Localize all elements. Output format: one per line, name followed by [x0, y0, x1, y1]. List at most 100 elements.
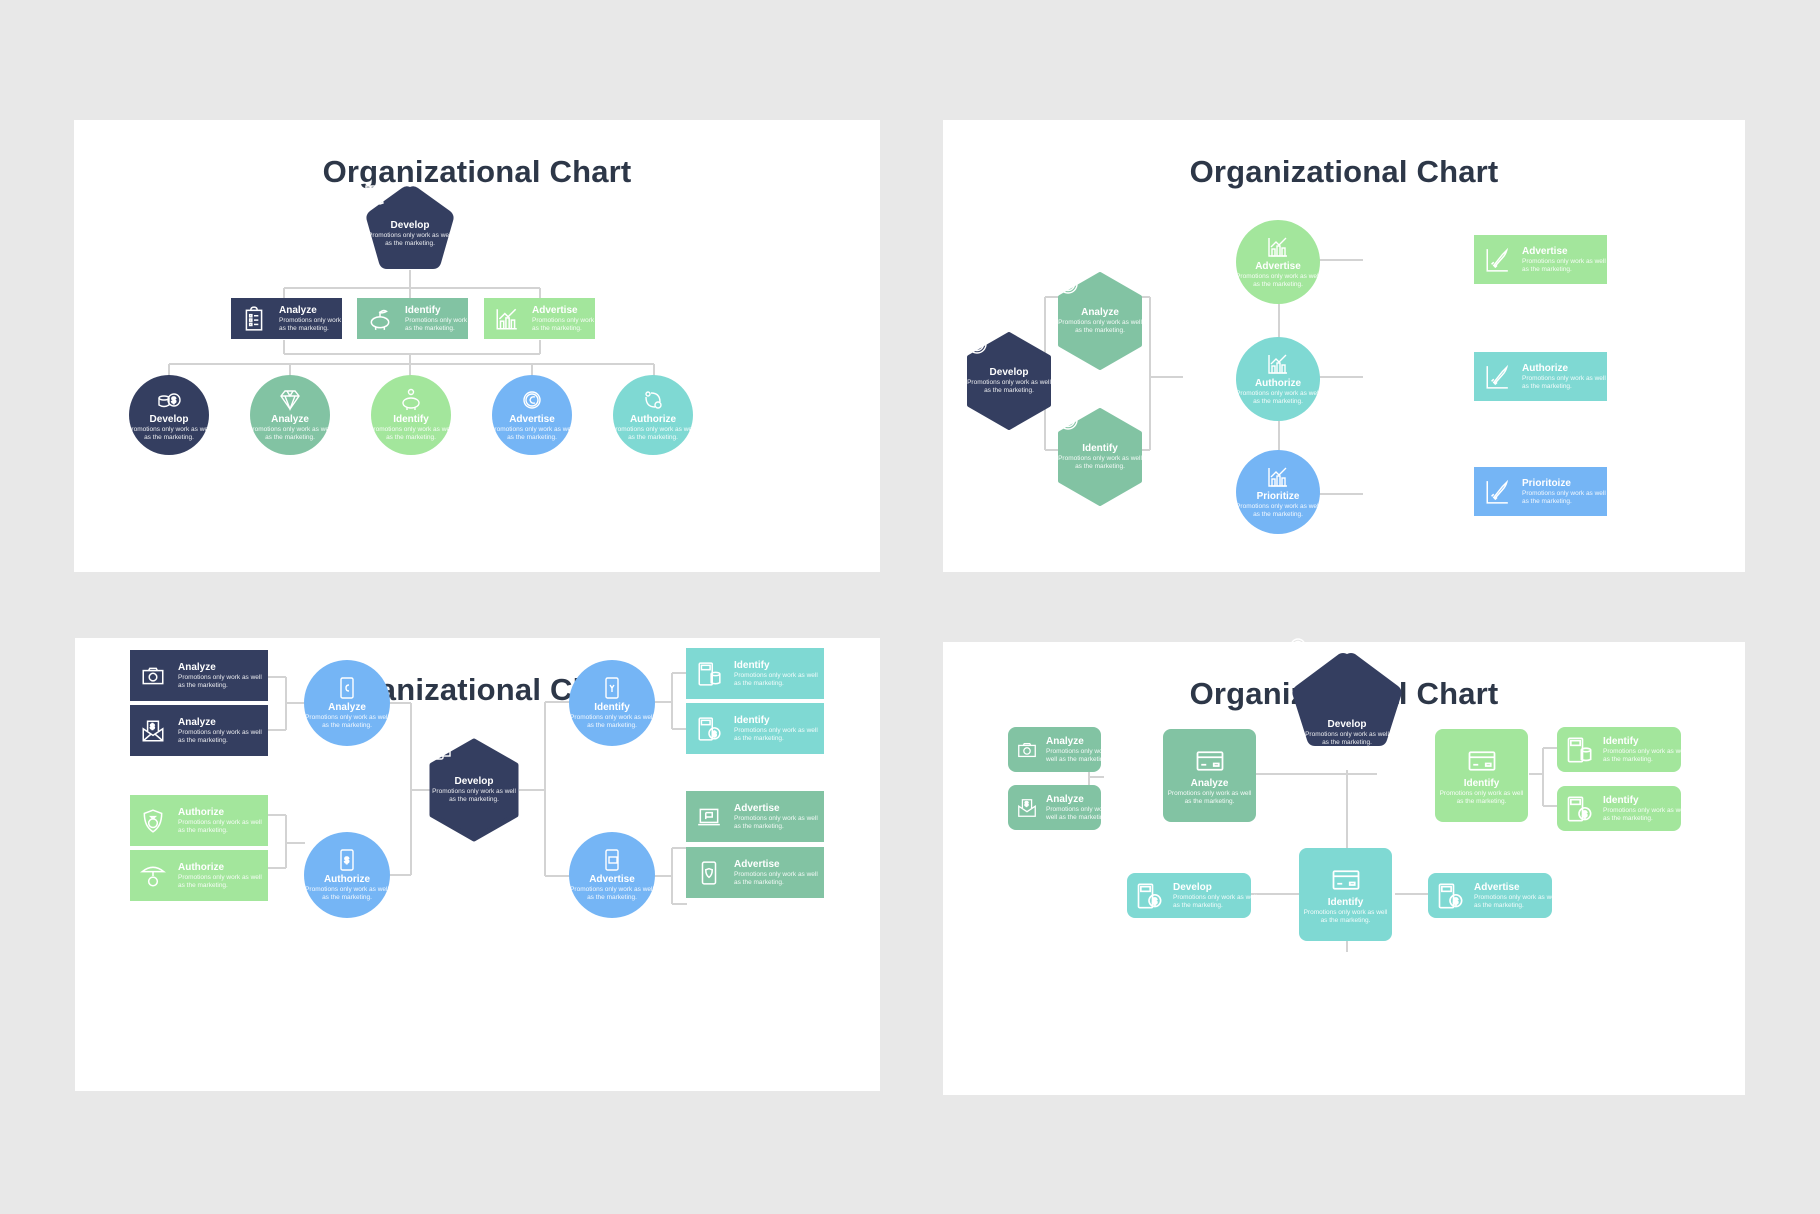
svg-text:$: $	[974, 340, 980, 351]
slide-4-left-box[interactable]: Analyze Promotions only work as well as t…	[1008, 727, 1117, 772]
slide-3-left-box[interactable]: $ Analyze Promotions only work as well as…	[130, 705, 268, 756]
slide-3-right-box[interactable]: Advertise Promotions only work as well as…	[686, 791, 824, 842]
node-description: Promotions only work as well as the mark…	[1305, 731, 1389, 746]
euro-coin-icon	[523, 391, 541, 409]
slide-3-left-circle[interactable]: Analyze Promotions only work as well as …	[304, 660, 390, 746]
node-description: Promotions only work as well as the mark…	[178, 728, 262, 744]
slide-2-box-node[interactable]: Prioritoize Promotions only work as well …	[1474, 467, 1607, 516]
node-description: Promotions only work as well as the mark…	[490, 426, 574, 441]
node-label: Develop	[989, 367, 1029, 378]
slide-4-root-node[interactable]: $ Develop Promotions only work as well a…	[1288, 636, 1406, 770]
phone-dollar-icon: $	[340, 849, 354, 871]
node-description: Promotions only work as well as the mark…	[1603, 747, 1687, 763]
node-description: Promotions only work as well as the mark…	[432, 788, 516, 803]
node-description: Promotions only work as well as the mark…	[734, 870, 818, 886]
slide-2-box-node[interactable]: Advertise Promotions only work as well as…	[1474, 235, 1607, 284]
node-description: Promotions only work as well as the mark…	[570, 714, 654, 729]
node-description: Promotions only work as well as the mark…	[1236, 273, 1320, 288]
slide-2-circle-node[interactable]: Authorize Promotions only work as well a…	[1236, 337, 1320, 421]
slide-4-right-box[interactable]: $ Identify Promotions only work as well a…	[1557, 786, 1687, 831]
slide-3-left-box[interactable]: Authorize Promotions only work as well as…	[130, 850, 268, 901]
credit-card-icon	[1196, 750, 1223, 771]
node-description: Promotions only work as well as the mark…	[1058, 455, 1142, 470]
binders-icon	[365, 185, 384, 205]
svg-text:$: $	[1065, 280, 1071, 291]
slide-2-root-node[interactable]: $ Develop Promotions only work as well a…	[965, 332, 1053, 430]
node-description: Promotions only work as well as the mark…	[1236, 390, 1320, 405]
slide-1-level3-node[interactable]: Analyze Promotions only work as well as …	[248, 375, 332, 455]
slide-3-right-circle[interactable]: Advertise Promotions only work as well a…	[569, 832, 655, 918]
slide-1-root-node[interactable]: Develop Promotions only work as well as …	[362, 183, 458, 273]
slide-4-bottom-box[interactable]: $ Advertise Promotions only work as well …	[1428, 873, 1558, 918]
phone-atm-icon	[605, 849, 619, 871]
slide-3-left-box[interactable]: Authorize Promotions only work as well as…	[130, 795, 268, 846]
slide-4-hub-node[interactable]: Identify Promotions only work as well as…	[1299, 848, 1392, 941]
slide-2-circle-node[interactable]: Advertise Promotions only work as well a…	[1236, 220, 1320, 304]
node-label: Identify	[734, 659, 770, 671]
bar-chart-growth-icon	[1268, 354, 1287, 374]
slide-4-bottom-box[interactable]: $ Develop Promotions only work as well as…	[1127, 873, 1257, 918]
slide-1-level2-node[interactable]: Advertise Promotions only work as well as…	[484, 298, 616, 339]
node-label: Identify	[1603, 794, 1639, 806]
calculator-dollar-icon: $	[698, 716, 721, 741]
node-label: Analyze	[279, 304, 317, 316]
node-label: Authorize	[178, 861, 225, 873]
node-description: Promotions only work as well as the mark…	[305, 886, 389, 901]
node-label: Develop	[390, 220, 430, 231]
node-label: Identify	[1082, 443, 1118, 454]
node-description: Promotions only work as well as the mark…	[532, 316, 616, 332]
slide-1-level3-node[interactable]: $ Develop Promotions only work as well a…	[127, 375, 211, 455]
calculator-coins-icon	[698, 661, 721, 686]
slide-4-panel: Organizational Chart $ Develop Promotion…	[943, 638, 1745, 1095]
node-description: Promotions only work as well as the mark…	[1522, 257, 1606, 273]
calculator-dollar-icon: $	[1137, 883, 1162, 908]
slide-2-hex-node[interactable]: $ Identify Promotions only work as well …	[1056, 408, 1144, 506]
slide-3-right-box[interactable]: Advertise Promotions only work as well as…	[686, 847, 824, 898]
slide-3-right-box[interactable]: $ Identify Promotions only work as well a…	[686, 703, 824, 754]
slide-4-hub-node[interactable]: Identify Promotions only work as well as…	[1435, 729, 1528, 822]
slide-2-hex-node[interactable]: $ Analyze Promotions only work as well a…	[1056, 272, 1144, 370]
slide-1-level2-node[interactable]: Analyze Promotions only work as well as t…	[231, 298, 363, 339]
phone-card-icon	[431, 739, 451, 760]
svg-text:$: $	[712, 729, 717, 738]
coins-dollar-icon: $	[158, 393, 181, 408]
node-label: Develop	[1327, 719, 1367, 730]
piggy-bank-coin-icon	[402, 388, 420, 410]
node-description: Promotions only work as well as the mark…	[1474, 893, 1558, 909]
node-label: Advertise	[1522, 245, 1568, 257]
slide-4-right-box[interactable]: Identify Promotions only work as well as …	[1557, 727, 1687, 772]
node-label: Analyze	[1081, 307, 1119, 318]
node-description: Promotions only work as well as the mark…	[1046, 747, 1117, 763]
node-description: Promotions only work as well as the mark…	[1603, 806, 1687, 822]
slide-4-hub-node[interactable]: Analyze Promotions only work as well as …	[1163, 729, 1256, 822]
node-description: Promotions only work as well as the mark…	[369, 426, 453, 441]
phone-euro-icon	[340, 677, 354, 699]
svg-text:$: $	[1583, 810, 1588, 819]
node-label: Authorize	[629, 414, 677, 425]
dollar-coin-icon: $	[967, 334, 987, 354]
node-description: Promotions only work as well as the mark…	[1236, 503, 1320, 518]
slide-2-box-node[interactable]: Authorize Promotions only work as well as…	[1474, 352, 1607, 401]
node-description: Promotions only work as well as the mark…	[570, 886, 654, 901]
node-label: Advertise	[532, 304, 578, 316]
magnifier-dollar-icon: $	[1290, 638, 1310, 658]
svg-text:$: $	[172, 396, 177, 405]
slide-2-circle-node[interactable]: Prioritize Promotions only work as well …	[1236, 450, 1320, 534]
node-label: Analyze	[1046, 735, 1084, 747]
svg-text:$: $	[1025, 801, 1029, 808]
slide-3-left-box[interactable]: Analyze Promotions only work as well as t…	[130, 650, 268, 701]
slide-1-level2-node[interactable]: Identify Promotions only work as well as …	[357, 298, 489, 339]
slide-1-level3-node[interactable]: Identify Promotions only work as well as…	[369, 375, 453, 455]
slide-4-left-box[interactable]: $ Analyze Promotions only work as well as…	[1008, 785, 1117, 830]
slide-3-left-circle[interactable]: $ Authorize Promotions only work as well…	[304, 832, 390, 918]
node-description: Promotions only work as well as the mark…	[1522, 374, 1606, 390]
slide-3-right-box[interactable]: Identify Promotions only work as well as …	[686, 648, 824, 699]
slide-1-level3-node[interactable]: Authorize Promotions only work as well a…	[611, 375, 695, 455]
node-label: Advertise	[1255, 261, 1301, 272]
slide-3-root-node[interactable]: Develop Promotions only work as well as …	[428, 738, 520, 842]
node-description: Promotions only work as well as the mark…	[734, 726, 818, 742]
node-description: Promotions only work as well as the mark…	[1522, 489, 1606, 505]
slide-1-level3-node[interactable]: Advertise Promotions only work as well a…	[490, 375, 574, 455]
node-label: Identify	[734, 714, 770, 726]
slide-3-right-circle[interactable]: Identify Promotions only work as well as…	[569, 660, 655, 746]
